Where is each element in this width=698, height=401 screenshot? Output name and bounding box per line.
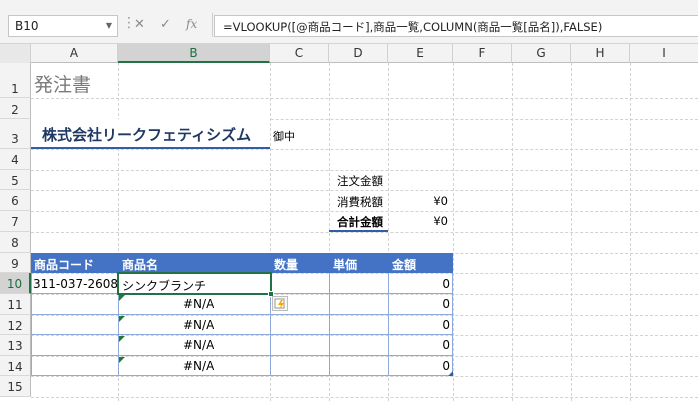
row-header-12[interactable]: 12 <box>0 315 31 335</box>
header-quantity[interactable]: 数量 <box>274 256 299 273</box>
table-row-border <box>32 355 452 356</box>
row12-amount[interactable]: 0 <box>390 318 450 332</box>
row-header-3[interactable]: 3 <box>0 119 31 149</box>
column-header-h[interactable]: H <box>571 44 630 63</box>
formula-input[interactable]: =VLOOKUP([@商品コード],商品一覧,COLUMN(商品一覧[品名]),… <box>214 15 698 37</box>
gridline <box>31 232 698 233</box>
row13-amount[interactable]: 0 <box>390 338 450 352</box>
row-header-2[interactable]: 2 <box>0 98 31 119</box>
chevron-down-icon[interactable]: ▼ <box>106 21 112 30</box>
header-amount[interactable]: 金額 <box>392 256 417 273</box>
honorific: 御中 <box>273 130 295 143</box>
row13-product-name[interactable]: #N/A <box>183 338 214 352</box>
row-header-4[interactable]: 4 <box>0 149 31 170</box>
table-col-border <box>329 273 330 376</box>
table-header-row <box>31 253 453 273</box>
row-header-8[interactable]: 8 <box>0 232 31 253</box>
name-box[interactable]: B10 ▼ <box>8 15 118 37</box>
tax-amount-label: 消費税額 <box>337 195 383 209</box>
table-col-border <box>388 273 389 376</box>
selected-cell-outline[interactable] <box>117 272 272 295</box>
row-header-11[interactable]: 11 <box>0 294 31 315</box>
select-all-corner[interactable] <box>0 44 31 63</box>
table-resize-handle-icon[interactable] <box>448 371 453 376</box>
row-header-9[interactable]: 9 <box>0 253 31 273</box>
column-header-f[interactable]: F <box>453 44 512 63</box>
row-header-15[interactable]: 15 <box>0 376 31 397</box>
tax-amount-value: ¥0 <box>433 194 448 208</box>
row-header-7[interactable]: 7 <box>0 211 31 232</box>
header-product-name[interactable]: 商品名 <box>122 256 159 273</box>
error-indicator-icon <box>119 316 125 322</box>
gridline <box>31 397 698 398</box>
error-indicator-icon <box>119 336 125 342</box>
row14-product-name[interactable]: #N/A <box>183 359 214 373</box>
gridline <box>31 149 698 150</box>
row10-amount[interactable]: 0 <box>390 277 450 291</box>
row-header-6[interactable]: 6 <box>0 190 31 211</box>
total-amount-value: ¥0 <box>433 214 448 228</box>
gridline <box>31 211 698 212</box>
row-header-10[interactable]: 10 <box>0 273 31 294</box>
total-underline <box>329 230 388 232</box>
row-header-5[interactable]: 5 <box>0 170 31 190</box>
autocorrect-options-icon[interactable] <box>272 296 288 311</box>
gridline <box>31 98 698 99</box>
header-product-code[interactable]: 商品コード <box>34 256 95 273</box>
row-header-1[interactable]: 1 <box>0 63 31 98</box>
column-header-bar: A B C D E F G H I <box>0 44 698 63</box>
formula-bar-divider <box>212 13 213 37</box>
row11-product-name[interactable]: #N/A <box>183 297 214 311</box>
gridline <box>31 376 698 377</box>
row-header-14[interactable]: 14 <box>0 356 31 376</box>
error-indicator-icon <box>119 357 125 363</box>
column-header-a[interactable]: A <box>31 44 118 63</box>
column-header-e[interactable]: E <box>388 44 453 63</box>
column-header-g[interactable]: G <box>512 44 571 63</box>
name-box-value: B10 <box>15 19 39 33</box>
sheet-title: 発注書 <box>34 74 92 96</box>
row14-amount[interactable]: 0 <box>390 359 450 373</box>
company-name: 株式会社リークフェティシズム <box>42 126 252 144</box>
insert-function-icon[interactable]: fx <box>186 17 197 31</box>
cancel-icon[interactable]: ✕ <box>134 17 145 32</box>
row11-amount[interactable]: 0 <box>390 297 450 311</box>
gridline <box>31 170 698 171</box>
column-header-c[interactable]: C <box>270 44 329 63</box>
table-row-border <box>32 334 452 335</box>
column-header-b[interactable]: B <box>118 44 270 63</box>
error-indicator-icon <box>119 295 125 301</box>
formula-text: =VLOOKUP([@商品コード],商品一覧,COLUMN(商品一覧[品名]),… <box>223 20 603 34</box>
order-amount-label: 注文金額 <box>337 174 383 188</box>
row12-product-name[interactable]: #N/A <box>183 318 214 332</box>
enter-icon[interactable]: ✓ <box>160 17 171 32</box>
header-unit-price[interactable]: 単価 <box>333 256 358 273</box>
row-header-13[interactable]: 13 <box>0 335 31 356</box>
gridline <box>31 190 698 191</box>
column-header-i[interactable]: I <box>630 44 698 63</box>
row10-product-code[interactable]: 311-037-2608 <box>33 277 117 291</box>
total-amount-label: 合計金額 <box>337 215 383 229</box>
column-header-d[interactable]: D <box>329 44 388 63</box>
table-row-border <box>32 314 452 315</box>
